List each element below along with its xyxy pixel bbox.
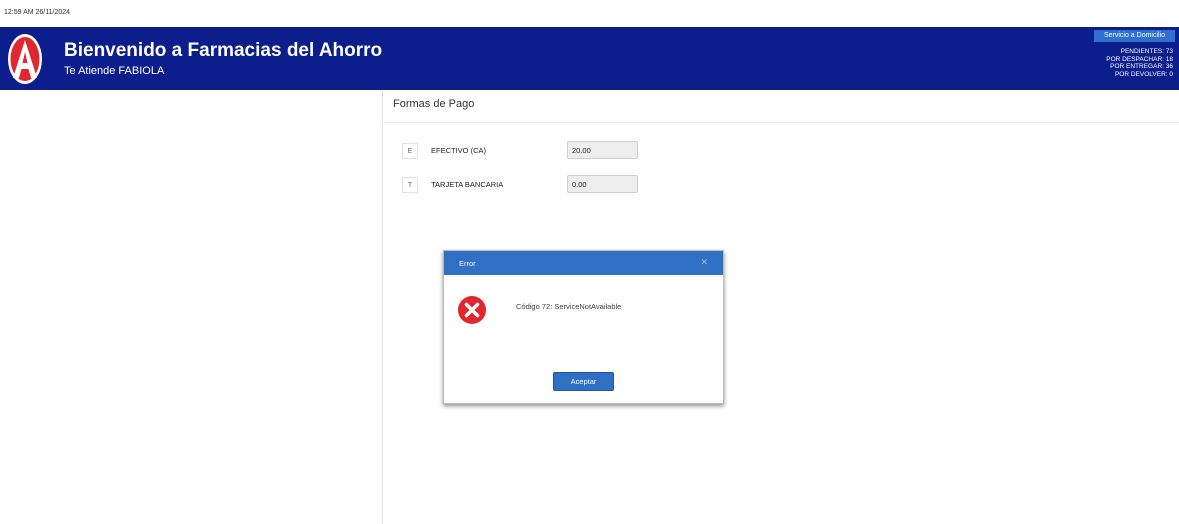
to-return-counter: POR DEVOLVER: 0 xyxy=(1114,70,1173,78)
dialog-header: Error ✕ xyxy=(444,251,723,275)
card-amount-input[interactable] xyxy=(567,175,638,193)
error-x-icon xyxy=(458,296,486,324)
payment-methods-title: Formas de Pago xyxy=(393,98,475,110)
dialog-title: Error xyxy=(459,259,476,268)
panel-divider xyxy=(382,91,383,524)
attendant-label: Te Atiende FABIOLA xyxy=(64,65,165,77)
card-label: TARJETA BANCARIA xyxy=(431,180,504,189)
status-bar: 12:59 AM 26/11/2024 xyxy=(0,0,1179,27)
error-dialog: Error ✕ Código 72: ServiceNotAvailable A… xyxy=(443,250,724,404)
cash-amount-input[interactable] xyxy=(567,141,638,159)
card-shortcut-key[interactable]: T xyxy=(402,177,418,193)
pending-counter: PENDIENTES: 73 xyxy=(1120,48,1173,55)
cash-shortcut-key[interactable]: E xyxy=(402,143,418,159)
accept-button[interactable]: Aceptar xyxy=(553,372,614,391)
home-delivery-button[interactable]: Servicio a Domicilio xyxy=(1094,30,1175,42)
app-title: Bienvenido a Farmacias del Ahorro xyxy=(64,40,383,61)
farmacias-del-ahorro-logo-icon xyxy=(8,34,42,84)
close-icon[interactable]: ✕ xyxy=(700,257,708,268)
cash-label: EFECTIVO (CA) xyxy=(431,146,487,155)
to-dispatch-counter: POR DESPACHAR: 18 xyxy=(1106,55,1173,63)
timestamp: 12:59 AM 26/11/2024 xyxy=(4,9,71,16)
section-divider xyxy=(383,122,1179,123)
error-message: Código 72: ServiceNotAvailable xyxy=(516,302,622,311)
to-deliver-counter: POR ENTREGAR: 36 xyxy=(1110,63,1173,70)
delivery-counters: PENDIENTES: 73 POR DESPACHAR: 18 POR ENT… xyxy=(1106,48,1173,78)
